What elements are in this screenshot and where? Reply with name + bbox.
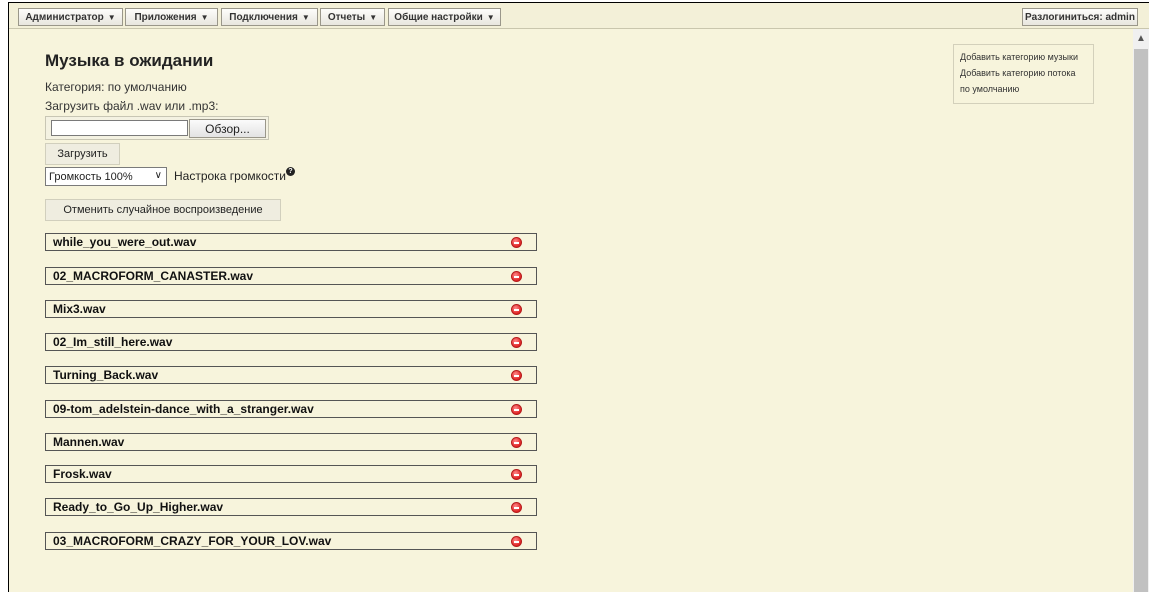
menu-general-settings[interactable]: Общие настройки ▼ — [388, 8, 501, 26]
file-row: 03_MACROFORM_CRAZY_FOR_YOUR_LOV.wav — [45, 532, 537, 550]
file-row: 02_MACROFORM_CANASTER.wav — [45, 267, 537, 285]
vertical-scrollbar[interactable]: ▲ — [1133, 29, 1149, 592]
delete-icon[interactable] — [511, 502, 522, 513]
delete-icon[interactable] — [511, 337, 522, 348]
menu-connections[interactable]: Подключения ▼ — [221, 8, 318, 26]
logout-button[interactable]: Разлогиниться: admin — [1022, 8, 1138, 26]
file-row: Ready_to_Go_Up_Higher.wav — [45, 498, 537, 516]
volume-select[interactable]: Громкость 100% ∨ — [45, 167, 167, 186]
chevron-down-icon: ▼ — [486, 12, 495, 22]
menu-reports[interactable]: Отчеты ▼ — [320, 8, 385, 26]
file-name: while_you_were_out.wav — [53, 235, 197, 249]
cancel-shuffle-button[interactable]: Отменить случайное воспроизведение — [45, 199, 281, 221]
category-side-panel: Добавить категорию музыки Добавить катег… — [953, 44, 1094, 104]
chevron-down-icon: ▼ — [369, 12, 378, 22]
file-name: 03_MACROFORM_CRAZY_FOR_YOUR_LOV.wav — [53, 534, 332, 548]
delete-icon[interactable] — [511, 469, 522, 480]
upload-button[interactable]: Загрузить — [45, 143, 120, 165]
file-name: Mix3.wav — [53, 302, 106, 316]
file-name: 02_Im_still_here.wav — [53, 335, 173, 349]
volume-select-value: Громкость 100% — [49, 170, 133, 183]
menu-bar: Администратор ▼ Приложения ▼ Подключения… — [9, 3, 1149, 29]
file-name: 02_MACROFORM_CANASTER.wav — [53, 269, 254, 283]
upload-label: Загрузить файл .wav или .mp3: — [45, 99, 219, 113]
file-row: 09-tom_adelstein-dance_with_a_stranger.w… — [45, 400, 537, 418]
chevron-down-icon: ▼ — [200, 12, 209, 22]
file-row: Frosk.wav — [45, 465, 537, 483]
file-path-input[interactable] — [51, 120, 188, 136]
file-row: Turning_Back.wav — [45, 366, 537, 384]
delete-icon[interactable] — [511, 271, 522, 282]
chevron-down-icon: ∨ — [154, 170, 162, 181]
default-category-link[interactable]: по умолчанию — [960, 81, 1087, 97]
menu-applications-label: Приложения — [134, 11, 197, 23]
scroll-up-icon[interactable]: ▲ — [1133, 29, 1149, 47]
delete-icon[interactable] — [511, 536, 522, 547]
page-title: Музыка в ожидании — [45, 51, 214, 70]
menu-applications[interactable]: Приложения ▼ — [125, 8, 218, 26]
app-frame: Администратор ▼ Приложения ▼ Подключения… — [8, 2, 1149, 592]
file-row: while_you_were_out.wav — [45, 233, 537, 251]
scroll-thumb[interactable] — [1134, 49, 1148, 592]
file-row: Mannen.wav — [45, 433, 537, 451]
delete-icon[interactable] — [511, 370, 522, 381]
volume-label: Настрока громкости — [174, 169, 286, 183]
file-row: Mix3.wav — [45, 300, 537, 318]
file-name: 09-tom_adelstein-dance_with_a_stranger.w… — [53, 402, 314, 416]
file-name: Ready_to_Go_Up_Higher.wav — [53, 500, 224, 514]
delete-icon[interactable] — [511, 437, 522, 448]
file-name: Turning_Back.wav — [53, 368, 159, 382]
menu-admin-label: Администратор — [25, 11, 104, 23]
menu-connections-label: Подключения — [229, 11, 298, 23]
menu-reports-label: Отчеты — [327, 11, 366, 23]
category-line: Категория: по умолчанию — [45, 80, 187, 94]
chevron-down-icon: ▼ — [301, 12, 310, 22]
browse-button[interactable]: Обзор... — [189, 119, 266, 138]
add-music-category-link[interactable]: Добавить категорию музыки — [960, 49, 1087, 65]
menu-admin[interactable]: Администратор ▼ — [18, 8, 123, 26]
file-name: Frosk.wav — [53, 467, 112, 481]
chevron-down-icon: ▼ — [107, 12, 116, 22]
help-icon[interactable]: ? — [286, 167, 295, 176]
add-stream-category-link[interactable]: Добавить категорию потока — [960, 65, 1087, 81]
delete-icon[interactable] — [511, 237, 522, 248]
file-name: Mannen.wav — [53, 435, 125, 449]
delete-icon[interactable] — [511, 304, 522, 315]
file-row: 02_Im_still_here.wav — [45, 333, 537, 351]
delete-icon[interactable] — [511, 404, 522, 415]
menu-general-settings-label: Общие настройки — [394, 11, 483, 23]
